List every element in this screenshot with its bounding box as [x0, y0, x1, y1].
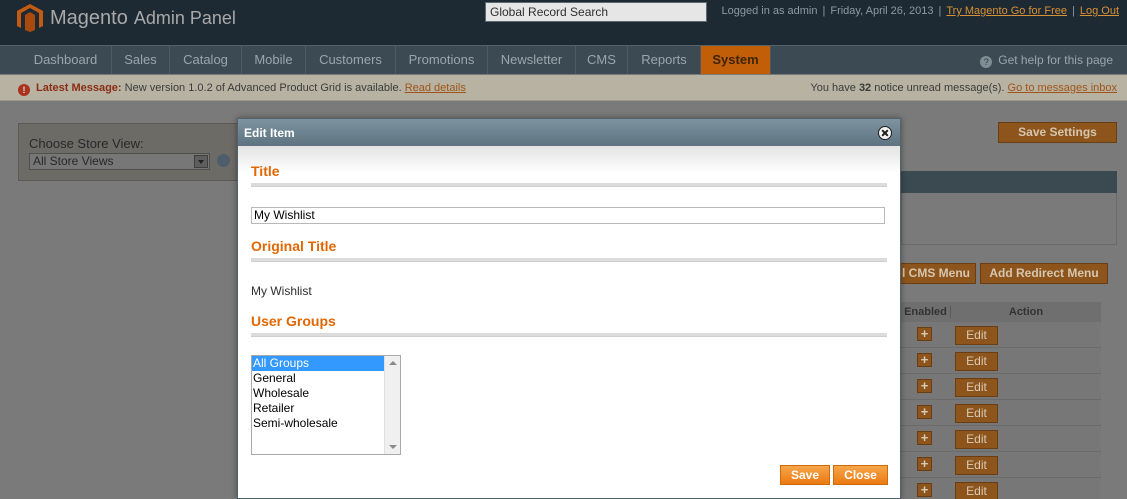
- edit-button[interactable]: Edit: [955, 430, 998, 449]
- plus-icon[interactable]: +: [917, 483, 932, 497]
- original-title-value: My Wishlist: [251, 284, 312, 298]
- cms-menu-button[interactable]: l CMS Menu: [896, 263, 976, 284]
- logo-subtitle: Admin Panel: [133, 7, 236, 28]
- edit-item-dialog: Edit Item Title My Wishlist Original Tit…: [237, 118, 901, 499]
- user-group-option[interactable]: Semi-wholesale: [252, 416, 384, 431]
- magento-logo[interactable]: Magento Admin Panel: [16, 3, 236, 33]
- logo-brand: Magento: [50, 6, 128, 29]
- table-row: + Edit: [901, 452, 1101, 478]
- table-row: + Edit: [901, 478, 1101, 499]
- scroll-up-arrow-icon[interactable]: [389, 361, 397, 365]
- nav-item-cms[interactable]: CMS: [576, 46, 628, 74]
- logout-link[interactable]: Log Out: [1080, 5, 1119, 17]
- user-group-option[interactable]: General: [252, 371, 384, 386]
- section-divider: [251, 258, 887, 262]
- edit-button[interactable]: Edit: [955, 352, 998, 371]
- latest-message-label: Latest Message:: [36, 82, 122, 94]
- latest-message-text: New version 1.0.2 of Advanced Product Gr…: [124, 82, 402, 94]
- section-divider: [251, 183, 887, 187]
- panel-body: [901, 193, 1117, 245]
- dialog-header-shade: [238, 146, 900, 174]
- action-column-header: Action: [1008, 306, 1044, 318]
- grid-header: Enabled Action: [901, 302, 1101, 322]
- table-row: + Edit: [901, 374, 1101, 400]
- save-button[interactable]: Save: [780, 465, 830, 485]
- title-section-heading: Title: [251, 163, 280, 179]
- save-settings-button[interactable]: Save Settings: [998, 122, 1117, 143]
- table-row: + Edit: [901, 426, 1101, 452]
- user-groups-section-heading: User Groups: [251, 313, 336, 329]
- chevron-down-icon: [194, 155, 208, 168]
- notice-count: 32: [858, 82, 872, 94]
- nav-item-customers[interactable]: Customers: [306, 46, 396, 74]
- save-settings-label: Save Settings: [1018, 125, 1097, 139]
- edit-button[interactable]: Edit: [955, 482, 998, 499]
- close-icon[interactable]: [878, 126, 892, 140]
- table-row: + Edit: [901, 400, 1101, 426]
- latest-message: ! Latest Message: New version 1.0.2 of Ad…: [18, 82, 466, 96]
- store-view-select[interactable]: All Store Views: [29, 153, 210, 170]
- dialog-title: Edit Item: [244, 126, 295, 140]
- nav-item-dashboard[interactable]: Dashboard: [20, 46, 112, 74]
- dialog-titlebar: Edit Item: [238, 119, 900, 146]
- edit-button[interactable]: Edit: [955, 456, 998, 475]
- add-redirect-menu-button[interactable]: Add Redirect Menu: [980, 263, 1108, 284]
- nav-item-reports[interactable]: Reports: [628, 46, 701, 74]
- title-input[interactable]: My Wishlist: [251, 207, 885, 224]
- main-nav: Dashboard Sales Catalog Mobile Customers…: [0, 45, 1127, 74]
- nav-item-mobile[interactable]: Mobile: [242, 46, 306, 74]
- table-row: + Edit: [901, 322, 1101, 348]
- edit-button[interactable]: Edit: [955, 404, 998, 423]
- magento-logo-icon: [17, 4, 43, 32]
- panel-header: [901, 171, 1117, 193]
- alert-icon: !: [18, 84, 30, 96]
- close-button[interactable]: Close: [833, 465, 888, 485]
- notice-summary: You have 32 notice unread message(s). Go…: [810, 82, 1117, 94]
- try-magento-go-link[interactable]: Try Magento Go for Free: [946, 5, 1067, 17]
- user-group-option[interactable]: Wholesale: [252, 386, 384, 401]
- store-view-label: Choose Store View:: [29, 136, 144, 151]
- plus-icon[interactable]: +: [917, 327, 932, 341]
- current-date: Friday, April 26, 2013: [830, 5, 934, 17]
- nav-item-system[interactable]: System: [701, 46, 771, 74]
- store-view-selected: All Store Views: [33, 154, 114, 168]
- edit-button[interactable]: Edit: [955, 378, 998, 397]
- scroll-down-arrow-icon[interactable]: [389, 445, 397, 449]
- original-title-section-heading: Original Title: [251, 238, 337, 254]
- plus-icon[interactable]: +: [917, 405, 932, 419]
- plus-icon[interactable]: +: [917, 431, 932, 445]
- plus-icon[interactable]: +: [917, 379, 932, 393]
- read-details-link[interactable]: Read details: [405, 82, 466, 94]
- store-view-switcher: Choose Store View: All Store Views: [18, 123, 240, 181]
- admin-header: Magento Admin Panel Global Record Search…: [0, 0, 1127, 45]
- nav-item-newsletter[interactable]: Newsletter: [488, 46, 576, 74]
- notice-prefix: You have: [810, 82, 856, 94]
- section-divider: [251, 333, 887, 337]
- enabled-column-header: Enabled: [901, 306, 951, 318]
- help-icon: ?: [980, 56, 993, 68]
- plus-icon[interactable]: +: [917, 457, 932, 471]
- notice-suffix: notice unread message(s).: [874, 82, 1005, 94]
- add-redirect-menu-label: Add Redirect Menu: [989, 266, 1099, 280]
- listbox-scrollbar[interactable]: [384, 356, 400, 454]
- help-link[interactable]: ? Get help for this page: [980, 46, 1113, 74]
- help-label: Get help for this page: [998, 53, 1113, 67]
- nav-item-catalog[interactable]: Catalog: [170, 46, 242, 74]
- global-search-input[interactable]: Global Record Search: [485, 2, 707, 22]
- message-bar: ! Latest Message: New version 1.0.2 of Ad…: [0, 75, 1127, 101]
- logged-in-label: Logged in as admin: [721, 5, 818, 17]
- edit-button[interactable]: Edit: [955, 326, 998, 345]
- table-row: + Edit: [901, 348, 1101, 374]
- header-user-links: Logged in as admin | Friday, April 26, 201…: [721, 5, 1119, 17]
- help-icon[interactable]: [217, 154, 230, 167]
- user-group-option[interactable]: Retailer: [252, 401, 384, 416]
- user-group-option[interactable]: All Groups: [252, 356, 384, 371]
- nav-item-promotions[interactable]: Promotions: [396, 46, 488, 74]
- user-groups-listbox[interactable]: All Groups General Wholesale Retailer Se…: [251, 355, 401, 455]
- nav-item-sales[interactable]: Sales: [112, 46, 170, 74]
- messages-inbox-link[interactable]: Go to messages inbox: [1008, 82, 1117, 94]
- cms-menu-label: l CMS Menu: [902, 266, 970, 280]
- plus-icon[interactable]: +: [917, 353, 932, 367]
